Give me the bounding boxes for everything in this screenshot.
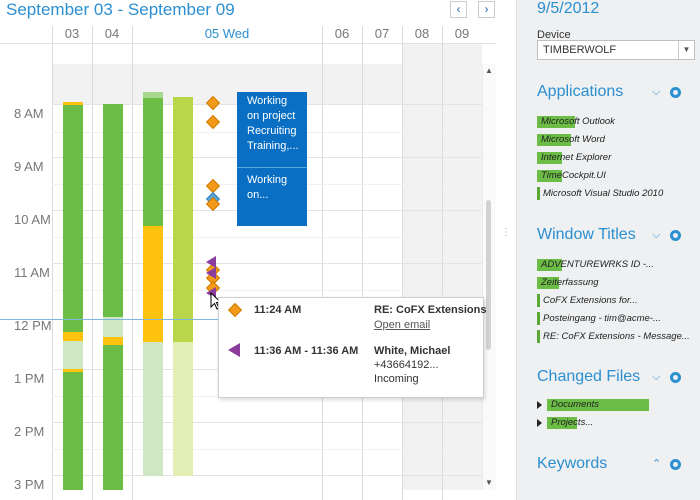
activity-bar[interactable] [103,345,123,490]
tooltip-email-subject: RE: CoFX Extensions [374,304,487,316]
scroll-up-icon[interactable]: ▲ [484,66,494,75]
day-header-08[interactable]: 08 [402,26,442,44]
appointment-divider [237,167,307,171]
hour-label: 1 PM [14,371,45,386]
day-header-05[interactable]: 05 Wed [172,26,282,44]
activity-bar[interactable] [143,226,163,342]
day-header-09[interactable]: 09 [442,26,482,44]
expand-arrow-icon[interactable] [537,419,542,427]
section-title-changed-files[interactable]: Changed Files [537,368,640,386]
activity-bar[interactable] [173,97,193,342]
section-title-applications[interactable]: Applications [537,83,623,101]
email-icon [227,302,243,318]
activity-bar[interactable] [103,104,123,317]
day-header-03[interactable]: 03 [52,26,92,44]
day-header-06[interactable]: 06 [322,26,362,44]
scrollbar-thumb[interactable] [486,200,491,350]
activity-bar[interactable] [63,102,83,105]
section-title-keywords[interactable]: Keywords [537,455,607,473]
app-root: September 03 - September 09 ‹ › 03 04 05… [0,0,700,500]
activity-bar[interactable] [63,341,83,369]
details-sidebar: 9/5/2012 Device TIMBERWOLF ▼ Application… [516,0,700,500]
device-select[interactable]: TIMBERWOLF ▼ [537,40,695,60]
chevron-down-icon[interactable]: ⌵ [652,86,660,99]
chevron-up-icon[interactable]: ⌃ [652,457,661,470]
gear-icon[interactable] [670,230,681,241]
email-marker[interactable] [205,114,221,130]
call-marker[interactable] [206,267,216,279]
activity-bar[interactable] [103,317,123,337]
day-header-04[interactable]: 04 [92,26,132,44]
activity-bar[interactable] [143,98,163,226]
calendar-title: September 03 - September 09 [6,0,235,19]
activity-bar[interactable] [103,337,123,345]
gear-icon[interactable] [670,459,681,470]
activity-bar[interactable] [173,342,193,476]
tooltip-call-direction: Incoming [374,373,419,385]
open-email-link[interactable]: Open email [374,319,430,331]
pane-splitter-grip-icon[interactable]: ⋮ [500,228,512,250]
hour-label: 8 AM [14,106,44,121]
hour-label: 12 PM [14,318,52,333]
chevron-down-icon[interactable]: ⌵ [652,371,660,384]
calendar-pane: September 03 - September 09 ‹ › 03 04 05… [0,0,516,500]
dropdown-arrow-icon[interactable]: ▼ [678,41,694,59]
activity-bar[interactable] [63,104,83,332]
day-header-07[interactable]: 07 [362,26,402,44]
phone-call-icon [228,343,240,357]
tooltip-caller-number: +43664192... [374,359,439,371]
chevron-down-icon[interactable]: ⌵ [652,229,660,242]
hour-label: 11 AM [14,265,50,280]
activity-bar[interactable] [143,342,163,476]
previous-week-button[interactable]: ‹ [450,1,467,18]
tooltip-call-time: 11:36 AM - 11:36 AM [254,345,359,357]
expand-arrow-icon[interactable] [537,401,542,409]
selected-date: 9/5/2012 [537,0,600,17]
activity-bar[interactable] [63,332,83,341]
scroll-down-icon[interactable]: ▼ [484,478,494,487]
hour-label: 3 PM [14,477,45,492]
gear-icon[interactable] [670,372,681,383]
activity-bar[interactable] [63,372,83,490]
tooltip-email-time: 11:24 AM [254,304,302,316]
hour-label: 9 AM [14,159,44,174]
device-select-value: TIMBERWOLF [543,44,617,56]
event-tooltip: 11:24 AM RE: CoFX Extensions Open email … [218,297,487,398]
gear-icon[interactable] [670,87,681,98]
tooltip-caller-name: White, Michael [374,345,451,357]
hour-label: 10 AM [14,212,51,227]
appointment-block[interactable]: Working on... [237,171,307,226]
hour-label: 2 PM [14,424,45,439]
section-title-window-titles[interactable]: Window Titles [537,226,636,244]
appointment-block[interactable]: Working on project Recruiting Training,.… [237,92,307,167]
next-week-button[interactable]: › [478,1,495,18]
